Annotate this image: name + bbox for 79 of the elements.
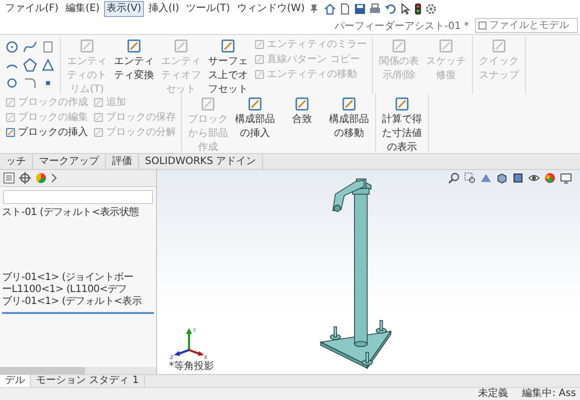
command-tab[interactable]: SOLIDWORKS アドイン [139,154,264,169]
tool-icon [220,38,236,54]
feature-tree-icon[interactable] [3,172,15,184]
ribbon-button[interactable]: サーフェス上でオフセット [205,37,251,97]
filter-field[interactable] [3,190,153,204]
tool-icon [93,126,104,138]
tool-icon [254,54,265,64]
tool-icon [254,68,265,80]
status-text: 未定義 [478,388,508,400]
menu-item[interactable]: ツール(T) [183,1,234,17]
traffic-light-icon[interactable] [414,3,422,15]
triangle-icon[interactable] [41,58,55,72]
command-tab[interactable]: ッチ [0,154,33,169]
scrollbar[interactable] [0,367,156,374]
tree-item[interactable]: ブリ-01<1> (ジョイントボー [0,272,156,284]
tool-icon [93,112,104,122]
view-cube-icon[interactable] [496,172,508,184]
menu-item[interactable]: ファイル(F) [2,1,62,17]
tool-icon [254,38,265,50]
command-tab[interactable]: マークアップ [33,154,106,169]
menu-item[interactable]: 挿入(I) [145,1,182,17]
command-tab[interactable]: 評価 [106,154,139,169]
tool-icon [5,96,16,108]
status-text: 編集中: Ass [522,388,576,400]
zoom-area-icon[interactable] [464,172,476,184]
tool-icon [173,38,189,54]
ribbon-button[interactable]: 構成部品の挿入 [232,95,278,141]
circle-icon[interactable] [5,40,19,54]
tool-icon [391,38,407,54]
home-icon[interactable] [324,3,336,15]
ribbon-button[interactable]: ブロックの挿入 [3,125,90,139]
menu-item[interactable]: 表示(V) [104,1,144,17]
menu-item[interactable]: ウィンドウ(W) [234,1,308,17]
spline-icon[interactable] [23,40,37,54]
axis-triad-drawing [174,328,204,356]
ribbon-button[interactable]: 構成部品の移動 [326,95,372,141]
ribbon-button[interactable]: 計算で得た寸法値の表示 [379,95,425,155]
eye-icon[interactable] [528,172,540,184]
appearance-icon[interactable] [544,172,556,184]
fillet-icon[interactable] [23,76,37,90]
appearance-icon[interactable] [35,172,47,184]
search-icon[interactable] [448,172,460,184]
tree-item[interactable]: ブリ-01<1> (デフォルト<表示 [0,296,156,308]
tool-icon [341,96,357,112]
save-icon[interactable] [354,3,366,15]
tool-icon [5,112,16,122]
tool-icon [93,96,104,108]
tool-icon [247,96,263,112]
print-icon[interactable] [368,3,381,15]
tree-item[interactable]: ーL1100<1> (L1100<デフ [0,284,156,296]
select-cursor-icon[interactable] [398,3,411,15]
pin-icon[interactable] [308,4,319,14]
section-view-icon[interactable] [480,172,492,184]
ribbon-button[interactable]: エンティティ変換 [111,37,157,83]
search-field[interactable]: ファイルとモデル [475,18,578,33]
ribbon-button[interactable]: 合致 [279,95,325,127]
monitor-icon[interactable] [560,172,572,184]
view-label: *等角投影 [169,361,214,372]
model-drawing[interactable] [319,178,392,370]
tool-icon [294,96,310,112]
chevron-icon[interactable] [51,173,57,183]
bottom-tab[interactable]: デル [0,375,31,387]
window-title: パーフィーダーアシスト-01 * [334,20,469,32]
tool-icon [5,126,16,138]
tool-icon [394,96,410,112]
polygon-icon[interactable] [23,58,37,72]
tool-icon [491,38,507,54]
undo-icon[interactable] [384,3,396,15]
display-style-icon[interactable] [512,172,524,184]
point-icon[interactable] [5,76,19,90]
tool-icon [200,96,216,112]
crosshair-icon[interactable] [19,172,31,184]
new-document-icon[interactable] [338,3,351,15]
tool-icon [438,38,454,54]
tool-icon [126,38,142,54]
tree-item[interactable]: スト-01 (デフォルト<表示状態 [0,207,156,219]
gear-icon[interactable] [424,3,437,15]
menu-item[interactable]: 編集(E) [62,1,103,17]
tool-icon [79,38,95,54]
